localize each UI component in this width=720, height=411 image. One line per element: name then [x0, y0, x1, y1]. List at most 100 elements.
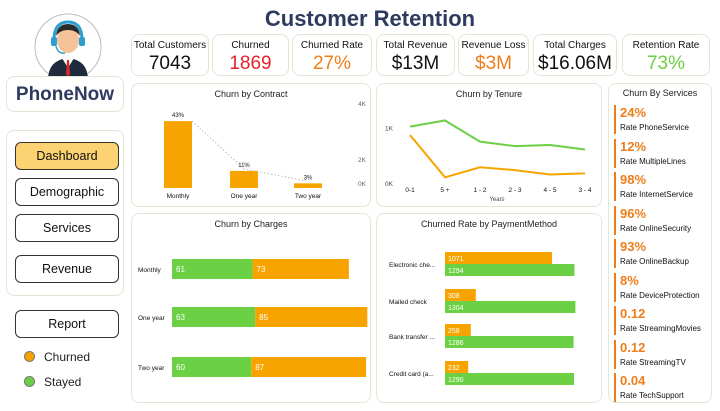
kpi-label: Retention Rate: [632, 40, 700, 51]
charges-churned-bar: [255, 307, 368, 327]
contract-axis-tick: 2K: [358, 157, 367, 164]
legend-stayed-dot: [24, 376, 35, 387]
kpi-value: 1869: [229, 53, 272, 74]
service-accent-bar: [614, 105, 616, 134]
nav-demographic-button[interactable]: Demographic: [15, 178, 119, 206]
kpi-value: $13M: [391, 53, 440, 74]
contract-x-label: Monthly: [167, 193, 191, 200]
payment-stayed-bar: [445, 373, 574, 385]
kpi-total-customers: Total Customers 7043: [131, 34, 209, 76]
nav-revenue-button[interactable]: Revenue: [15, 255, 119, 283]
payment-churned-value: 258: [448, 328, 460, 335]
service-accent-bar: [614, 272, 616, 302]
payment-category-label: Credit card (a...: [389, 371, 434, 378]
contract-x-label: One year: [231, 193, 259, 200]
churn-by-charges-chart: 61 73 Monthly 63 85 One year 60 87 Two year: [138, 259, 368, 377]
kpi-retention-rate: Retention Rate 73%: [622, 34, 710, 76]
service-rate-label: Rate StreamingMovies: [620, 324, 701, 333]
tenure-x-label: 4 - 5: [543, 187, 556, 194]
brand-card: PhoneNow: [6, 76, 124, 112]
tenure-series-line: [409, 119, 586, 151]
charges-churned-value: 87: [255, 363, 264, 372]
nav-dashboard-button[interactable]: Dashboard: [15, 142, 119, 170]
charges-churned-bar: [252, 259, 349, 279]
contract-bar: [294, 183, 322, 188]
kpi-churned: Churned 1869: [212, 34, 289, 76]
payment-stayed-value: 1294: [448, 268, 464, 275]
charges-category-label: Two year: [138, 365, 165, 372]
kpi-label: Churned Rate: [300, 40, 364, 51]
service-rate-label: Rate InternetService: [620, 190, 693, 199]
services-title: Churn By Services: [622, 88, 698, 98]
tenure-x-label: 1 - 2: [473, 187, 486, 194]
tenure-y-tick: 1K: [385, 125, 394, 132]
kpi-label: Churned: [231, 40, 270, 51]
contract-x-label: Two year: [295, 193, 322, 200]
payment-category-label: Mailed check: [389, 299, 428, 306]
kpi-label: Total Customers: [133, 40, 207, 51]
service-rate-label: Rate StreamingTV: [620, 357, 686, 367]
service-rate-label: Rate OnlineBackup: [620, 257, 689, 266]
charges-category-label: Monthly: [138, 267, 162, 274]
charges-churned-value: 85: [259, 313, 268, 322]
service-accent-bar: [614, 239, 616, 268]
page-title: Customer Retention: [264, 6, 476, 31]
tenure-x-axis-title: Years: [489, 197, 504, 203]
payment-category-label: Bank transfer ...: [389, 334, 435, 341]
kpi-value: $3M: [475, 53, 512, 74]
service-rate-value: 24%: [620, 105, 647, 120]
payment-stayed-value: 1304: [448, 305, 464, 312]
panel-churn-by-contract: Churn by Contract 43% Monthly 11% One year 3…: [131, 83, 371, 207]
tenure-x-label: 5 +: [440, 187, 449, 194]
service-rate-value: 12%: [620, 138, 647, 154]
service-rate-value: 98%: [620, 172, 647, 187]
tenure-x-label: 2 - 3: [508, 187, 521, 194]
kpi-value: 7043: [148, 53, 192, 74]
charges-stayed-value: 61: [176, 265, 185, 274]
support-agent-avatar: [34, 13, 102, 81]
payment-stayed-bar: [445, 301, 576, 313]
contract-data-label: 43%: [172, 113, 185, 119]
payment-churned-value: 232: [448, 365, 460, 372]
kpi-total-charges: Total Charges $16.06M: [533, 34, 617, 76]
kpi-churned-rate: Churned Rate 27%: [292, 34, 372, 76]
tenure-x-label: 3 - 4: [578, 187, 591, 194]
contract-axis-tick: 4K: [358, 101, 367, 108]
contract-bar: [164, 121, 192, 188]
service-accent-bar: [614, 205, 616, 235]
service-rate-value: 8%: [620, 272, 639, 288]
charges-stayed-value: 60: [176, 363, 185, 372]
payment-stayed-value: 1290: [448, 377, 464, 384]
contract-data-label: 11%: [238, 163, 250, 169]
service-accent-bar: [614, 373, 616, 402]
service-accent-bar: [614, 172, 616, 201]
report-button[interactable]: Report: [15, 310, 119, 338]
kpi-total-revenue: Total Revenue $13M: [376, 34, 455, 76]
payment-churned-value: 1071: [448, 256, 464, 263]
service-rate-value: 0.04: [620, 373, 646, 388]
churn-by-payment-chart: 1071 1294 Electronic che... 308 1304 Mailed c…: [389, 252, 576, 385]
service-rate-value: 0.12: [620, 306, 646, 321]
kpi-label: Total Revenue: [383, 40, 448, 51]
kpi-revenue-loss: Revenue Loss $3M: [458, 34, 529, 76]
service-rate-label: Rate TechSupport: [620, 391, 684, 400]
legend-churned-dot: [24, 351, 35, 362]
service-accent-bar: [614, 306, 616, 335]
churn-by-tenure-chart: 0-1 5 + 1 - 2 2 - 3 4 - 5 3 - 4 1K 0K Years: [385, 119, 592, 203]
tenure-x-label: 0-1: [405, 187, 415, 194]
service-rate-label: Rate MultipleLines: [620, 156, 686, 166]
panel-churn-by-charges: Churn by Charges 61 73 Monthly 63 85 One year…: [131, 213, 371, 403]
payment-churned-value: 308: [448, 293, 460, 300]
service-rate-value: 96%: [620, 205, 647, 221]
service-rate-value: 0.12: [620, 339, 646, 355]
nav-services-button[interactable]: Services: [15, 214, 119, 242]
charges-churned-bar: [251, 357, 367, 377]
contract-axis-tick: 0K: [358, 181, 367, 188]
panel-churn-by-payment: Churned Rate by PaymentMethod 1071 1294 El…: [376, 213, 602, 403]
service-rate-label: Rate OnlineSecurity: [620, 223, 692, 233]
churn-by-contract-chart: 43% Monthly 11% One year 3% Two year 4K 2K 0K: [164, 101, 367, 200]
tenure-series-line: [409, 134, 586, 179]
charges-category-label: One year: [138, 315, 166, 322]
kpi-value: 73%: [646, 53, 686, 74]
contract-data-label: 3%: [304, 175, 313, 181]
